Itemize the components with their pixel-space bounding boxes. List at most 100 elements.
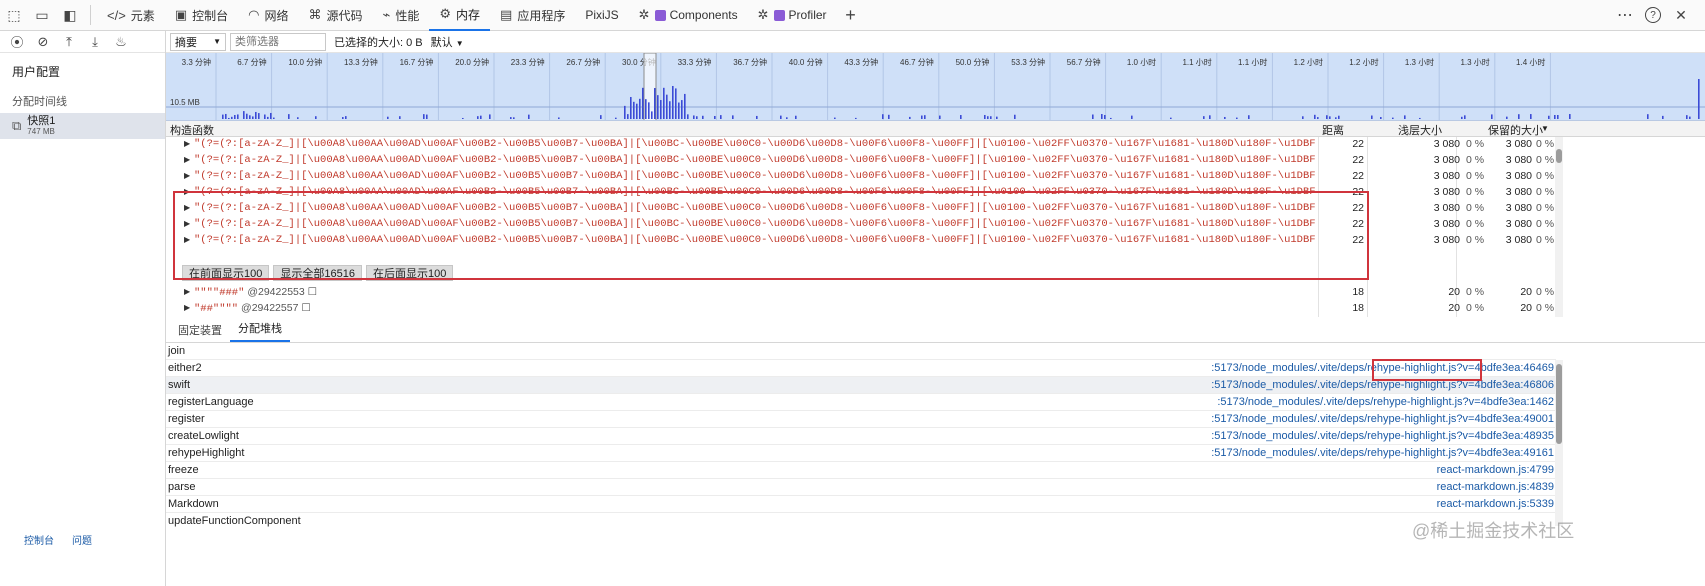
source-link[interactable]: :5173/node_modules/.vite/deps/rehype-hig… xyxy=(1211,447,1554,459)
tab-性能[interactable]: ⌁ 性能 xyxy=(373,0,430,31)
tab-retainers[interactable]: 固定装置 xyxy=(170,322,230,342)
allocation-bar xyxy=(1101,114,1103,119)
table-row[interactable]: ▶ "##"""" @29422557 ☐ 18 20 0 % 20 0 % xyxy=(166,301,1556,317)
expand-triangle-icon[interactable]: ▶ xyxy=(184,303,190,312)
tab-内存[interactable]: ⚙ 内存 xyxy=(429,0,491,31)
add-tab-icon[interactable]: + xyxy=(837,1,865,29)
close-icon[interactable]: ✕ xyxy=(1667,1,1695,29)
source-link[interactable]: react-markdown.js:5339 xyxy=(1437,498,1554,510)
tab-应用程序[interactable]: ▤ 应用程序 xyxy=(490,0,575,31)
allocation-timeline[interactable]: 3.3 分钟 6.7 分钟 10.0 分钟 13.3 分钟 16.7 分钟 20.0 分钟… xyxy=(166,53,1705,121)
allocation-bar xyxy=(1371,115,1373,119)
allocation-bar xyxy=(921,115,923,119)
table-row[interactable]: ▶ "(?=(?:[a-zA-Z_]|[\u00A8\u00AA\u00AD\u0… xyxy=(166,169,1556,185)
retained-size-cell: 3 080 xyxy=(1505,234,1532,246)
timeline-tick-label: 46.7 分钟 xyxy=(900,57,934,67)
tab-components[interactable]: ✲ Components xyxy=(629,0,748,31)
view-select-value: 摘要 xyxy=(175,36,197,49)
help-glyph: ? xyxy=(1645,7,1661,23)
stack-frame-row[interactable]: freeze react-markdown.js:4799 xyxy=(166,462,1556,479)
header-shallow-size[interactable]: 浅层大小 xyxy=(1398,122,1442,138)
reveal-icon[interactable]: ☐ xyxy=(308,286,317,298)
stack-scrollbar[interactable] xyxy=(1555,360,1563,526)
drawer-tab-console[interactable]: 控制台 xyxy=(24,532,54,547)
expand-triangle-icon[interactable]: ▶ xyxy=(184,287,190,296)
stack-frame-row[interactable]: either2:5173/node_modules/.vite/deps/reh… xyxy=(166,360,1556,377)
default-select-value: 默认 xyxy=(430,36,453,49)
more-options-icon[interactable]: ⋯ xyxy=(1611,1,1639,29)
allocation-bar xyxy=(996,116,998,119)
upload-icon[interactable]: ⤒ xyxy=(56,32,82,52)
allocation-bar xyxy=(225,113,227,119)
allocation-bar xyxy=(675,88,677,119)
source-link[interactable]: :5173/node_modules/.vite/deps/rehype-hig… xyxy=(1217,396,1554,408)
drawer-tab-issues[interactable]: 问题 xyxy=(72,532,92,547)
selected-size-label: 已选择的大小: 0 B xyxy=(334,36,423,49)
allocation-bar xyxy=(1335,117,1337,119)
timeline-chart[interactable]: 3.3 分钟 6.7 分钟 10.0 分钟 13.3 分钟 16.7 分钟 20.0 分钟… xyxy=(166,53,1705,121)
default-select[interactable]: 默认 ▼ xyxy=(431,34,464,50)
view-select[interactable]: 摘要 ▼ xyxy=(170,32,226,51)
table-row[interactable]: ▶ """"###" @29422553 ☐ 18 20 0 % 20 0 % xyxy=(166,285,1556,301)
tab-网络[interactable]: ◠ 网络 xyxy=(238,0,298,31)
allocation-bar xyxy=(1248,115,1250,119)
source-link[interactable]: :5173/node_modules/.vite/deps/rehype-hig… xyxy=(1211,430,1554,442)
download-icon[interactable]: ⤓ xyxy=(82,32,108,52)
allocation-bar xyxy=(246,113,248,119)
stack-frame-row[interactable]: register:5173/node_modules/.vite/deps/re… xyxy=(166,411,1556,428)
allocation-bar xyxy=(258,113,260,119)
record-icon[interactable]: ⦿ xyxy=(4,32,30,52)
expand-triangle-icon[interactable]: ▶ xyxy=(184,171,190,180)
reveal-icon[interactable]: ☐ xyxy=(301,302,310,314)
grid-scroll-thumb[interactable] xyxy=(1556,149,1562,163)
allocation-bar xyxy=(243,111,245,119)
header-distance[interactable]: 距离 xyxy=(1322,122,1344,138)
source-link[interactable]: :5173/node_modules/.vite/deps/rehype-hig… xyxy=(1211,413,1554,425)
timeline-tick-label: 50.0 分钟 xyxy=(956,57,990,67)
timeline-tick-label: 6.7 分钟 xyxy=(237,57,266,67)
allocation-bar xyxy=(1698,79,1700,119)
table-row[interactable]: ▶ "(?=(?:[a-zA-Z_]|[\u00A8\u00AA\u00AD\u0… xyxy=(166,153,1556,169)
inspect-element-icon[interactable]: ⬚ xyxy=(0,1,28,29)
header-constructor[interactable]: 构造函数 xyxy=(170,122,214,138)
device-toolbar-icon[interactable]: ▭ xyxy=(28,1,56,29)
stack-frame-row[interactable]: updateFunctionComponent xyxy=(166,513,1556,529)
stack-frame-row[interactable]: Markdown react-markdown.js:5339 xyxy=(166,496,1556,513)
retained-size-cell: 3 080 xyxy=(1505,154,1532,166)
stack-frame-row[interactable]: swift:5173/node_modules/.vite/deps/rehyp… xyxy=(166,377,1556,394)
source-link[interactable]: react-markdown.js:4839 xyxy=(1437,481,1554,493)
tab-源代码[interactable]: ⌘ 源代码 xyxy=(298,0,372,31)
tab-元素[interactable]: </> 元素 xyxy=(97,0,165,31)
expand-triangle-icon[interactable]: ▶ xyxy=(184,155,190,164)
garbage-collect-icon[interactable]: ♨ xyxy=(108,32,134,52)
allocation-bar xyxy=(1419,117,1421,119)
tab-控制台[interactable]: ▣ 控制台 xyxy=(165,0,238,31)
tab-profiler[interactable]: ✲ Profiler xyxy=(748,0,837,31)
allocation-bar xyxy=(1104,114,1106,119)
stack-frame-row[interactable]: rehypeHighlight:5173/node_modules/.vite/… xyxy=(166,445,1556,462)
class-filter-input[interactable] xyxy=(230,32,326,51)
help-icon[interactable]: ? xyxy=(1639,1,1667,29)
timeline-tick-label: 1.2 小时 xyxy=(1294,57,1323,67)
panel-tabs: </> 元素 ▣ 控制台 ◠ 网络 ⌘ 源代码 ⌁ 性能 ⚙ 内存 ▤ 应用程序 PixiJS ✲ Compon… xyxy=(97,0,837,31)
stack-frame-row[interactable]: join xyxy=(166,343,1556,360)
table-row[interactable]: ▶ "(?=(?:[a-zA-Z_]|[\u00A8\u00AA\u00AD\u0… xyxy=(166,137,1556,153)
source-link[interactable]: react-markdown.js:4799 xyxy=(1437,464,1554,476)
clear-icon[interactable]: ⊘ xyxy=(30,32,56,52)
dock-side-icon[interactable]: ◧ xyxy=(56,1,84,29)
tab-pixijs[interactable]: PixiJS xyxy=(575,0,628,31)
timeline-tick-label: 36.7 分钟 xyxy=(733,57,767,67)
stack-frame-row[interactable]: createLowlight:5173/node_modules/.vite/d… xyxy=(166,428,1556,445)
allocation-bar xyxy=(1329,116,1331,119)
tab-allocation-stack[interactable]: 分配堆栈 xyxy=(230,320,290,342)
stack-frame-row[interactable]: parse react-markdown.js:4839 xyxy=(166,479,1556,496)
retained-size-cell: 20 xyxy=(1520,286,1532,298)
retained-size-cell: 3 080 xyxy=(1505,202,1532,214)
header-retained-size[interactable]: 保留的大小 xyxy=(1488,122,1543,138)
snapshot-item[interactable]: ⧉ 快照1 747 MB xyxy=(0,113,165,139)
allocation-bar xyxy=(423,114,425,119)
expand-triangle-icon[interactable]: ▶ xyxy=(184,139,190,148)
stack-scroll-thumb[interactable] xyxy=(1556,364,1562,444)
stack-frame-row[interactable]: registerLanguage:5173/node_modules/.vite… xyxy=(166,394,1556,411)
grid-scrollbar[interactable] xyxy=(1555,137,1563,317)
